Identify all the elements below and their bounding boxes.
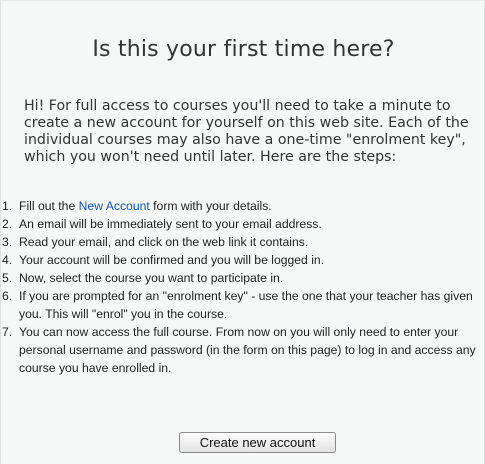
step-text: Your account will be confirmed and you w… xyxy=(19,253,325,267)
step-text-before: Fill out the xyxy=(19,199,79,213)
step-number: 7. xyxy=(2,325,13,339)
step-number: 1. xyxy=(2,199,13,213)
page-title: Is this your first time here? xyxy=(92,37,395,62)
step-number: 5. xyxy=(2,271,13,285)
signup-panel: Is this your first time here? Hi! For fu… xyxy=(0,0,485,464)
step-number: 3. xyxy=(2,235,13,249)
list-item: 4. Your account will be confirmed and yo… xyxy=(1,251,481,269)
list-item: 7. You can now access the full course. F… xyxy=(1,323,481,377)
list-item: 6. If you are prompted for an "enrolment… xyxy=(1,287,481,323)
list-item: 1. Fill out the New Account form with yo… xyxy=(1,197,481,215)
list-item: 3. Read your email, and click on the web… xyxy=(1,233,481,251)
step-text: If you are prompted for an "enrolment ke… xyxy=(19,289,473,321)
create-new-account-button[interactable]: Create new account xyxy=(179,432,336,453)
steps-list: 1. Fill out the New Account form with yo… xyxy=(1,197,481,377)
step-number: 2. xyxy=(2,217,13,231)
new-account-link[interactable]: New Account xyxy=(79,199,150,213)
step-number: 6. xyxy=(2,289,13,303)
step-text-after: form with your details. xyxy=(149,199,272,213)
step-number: 4. xyxy=(2,253,13,267)
step-text: Fill out the New Account form with your … xyxy=(19,197,481,215)
list-item: 2. An email will be immediately sent to … xyxy=(1,215,481,233)
list-item: 5. Now, select the course you want to pa… xyxy=(1,269,481,287)
step-text: You can now access the full course. From… xyxy=(19,325,476,375)
step-text: An email will be immediately sent to you… xyxy=(19,217,322,231)
step-text: Read your email, and click on the web li… xyxy=(19,235,309,249)
step-text: Now, select the course you want to parti… xyxy=(19,271,284,285)
intro-text: Hi! For full access to courses you'll ne… xyxy=(24,98,469,165)
